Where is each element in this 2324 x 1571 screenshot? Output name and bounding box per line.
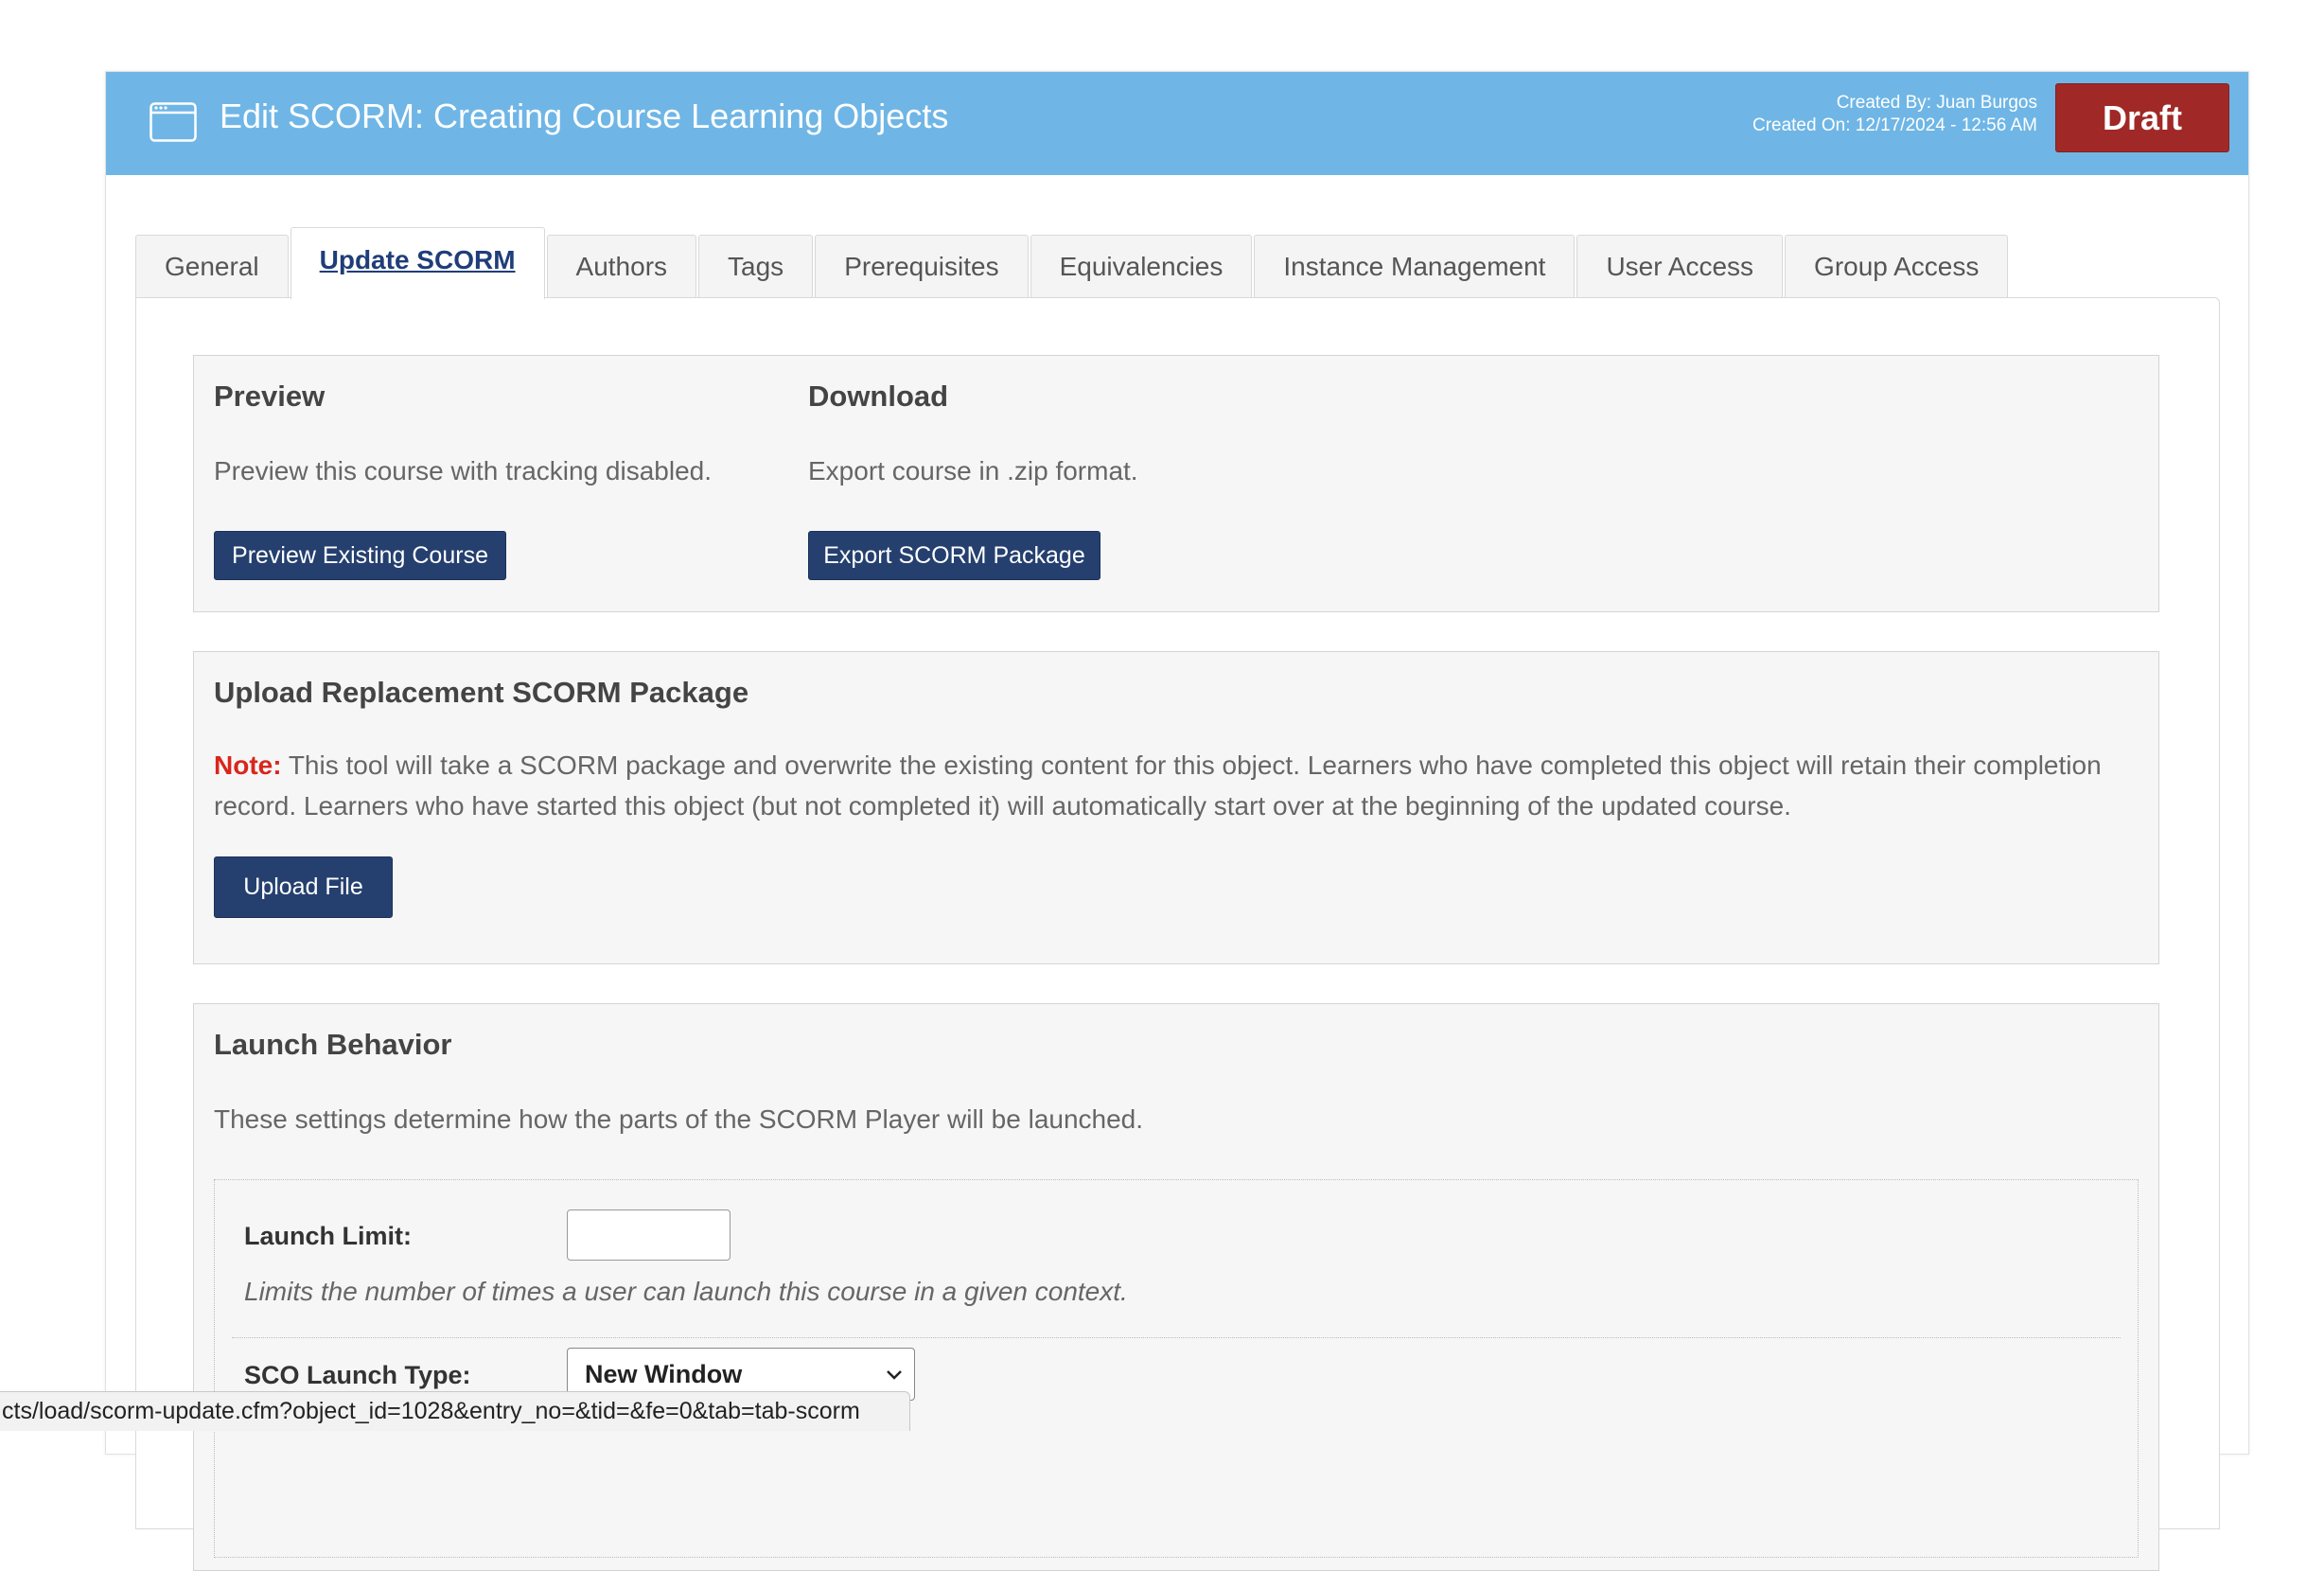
sco-launch-type-value: New Window — [585, 1359, 743, 1388]
upload-note: Note: This tool will take a SCORM packag… — [214, 745, 2125, 826]
page-header: Edit SCORM: Creating Course Learning Obj… — [106, 72, 2248, 175]
upload-file-button[interactable]: Upload File — [214, 856, 393, 918]
link-status-bar: cts/load/scorm-update.cfm?object_id=1028… — [0, 1391, 910, 1431]
upload-heading: Upload Replacement SCORM Package — [214, 676, 749, 709]
preview-download-section: Preview Preview this course with trackin… — [193, 355, 2159, 612]
page-title: Edit SCORM: Creating Course Learning Obj… — [220, 97, 949, 135]
preview-description: Preview this course with tracking disabl… — [214, 456, 713, 485]
created-on: Created On: 12/17/2024 - 12:56 AM — [1752, 115, 2037, 135]
tab-update-scorm[interactable]: Update SCORM — [290, 227, 545, 299]
window-icon — [150, 102, 197, 142]
download-heading: Download — [808, 380, 949, 413]
launch-settings: Launch Limit: Limits the number of times… — [214, 1179, 2139, 1558]
download-description: Export course in .zip format. — [808, 456, 1138, 485]
chevron-down-icon — [887, 1370, 902, 1380]
note-text: This tool will take a SCORM package and … — [214, 750, 2102, 821]
draft-status-button[interactable]: Draft — [2055, 83, 2229, 152]
preview-heading: Preview — [214, 380, 326, 413]
launch-behavior-section: Launch Behavior These settings determine… — [193, 1003, 2159, 1571]
export-scorm-package-button[interactable]: Export SCORM Package — [808, 531, 1100, 580]
tab-equivalencies[interactable]: Equivalencies — [1030, 235, 1253, 298]
sco-launch-type-label: SCO Launch Type: — [244, 1361, 471, 1389]
launch-limit-hint: Limits the number of times a user can la… — [244, 1277, 1128, 1306]
tab-tags[interactable]: Tags — [698, 235, 814, 298]
preview-existing-course-button[interactable]: Preview Existing Course — [214, 531, 506, 580]
tab-group-access[interactable]: Group Access — [1785, 235, 2009, 298]
tab-prerequisites[interactable]: Prerequisites — [815, 235, 1029, 298]
created-meta: Created By: Juan Burgos Created On: 12/1… — [1752, 92, 2037, 137]
tab-bar: General Update SCORM Authors Tags Prereq… — [135, 227, 2010, 299]
note-label: Note: — [214, 750, 282, 780]
tab-authors[interactable]: Authors — [546, 235, 697, 298]
launch-description: These settings determine how the parts o… — [214, 1104, 1144, 1134]
tab-content: Preview Preview this course with trackin… — [135, 297, 2220, 1571]
upload-replacement-section: Upload Replacement SCORM Package Note: T… — [193, 651, 2159, 964]
created-by: Created By: Juan Burgos — [1836, 93, 2037, 113]
edit-scorm-panel: Edit SCORM: Creating Course Learning Obj… — [105, 71, 2249, 1571]
launch-heading: Launch Behavior — [214, 1028, 452, 1061]
launch-limit-label: Launch Limit: — [244, 1222, 412, 1250]
tab-instance-management[interactable]: Instance Management — [1254, 235, 1576, 298]
tab-general[interactable]: General — [135, 235, 289, 298]
settings-divider — [232, 1337, 2121, 1338]
tab-user-access[interactable]: User Access — [1576, 235, 1784, 298]
launch-limit-input[interactable] — [567, 1209, 731, 1261]
